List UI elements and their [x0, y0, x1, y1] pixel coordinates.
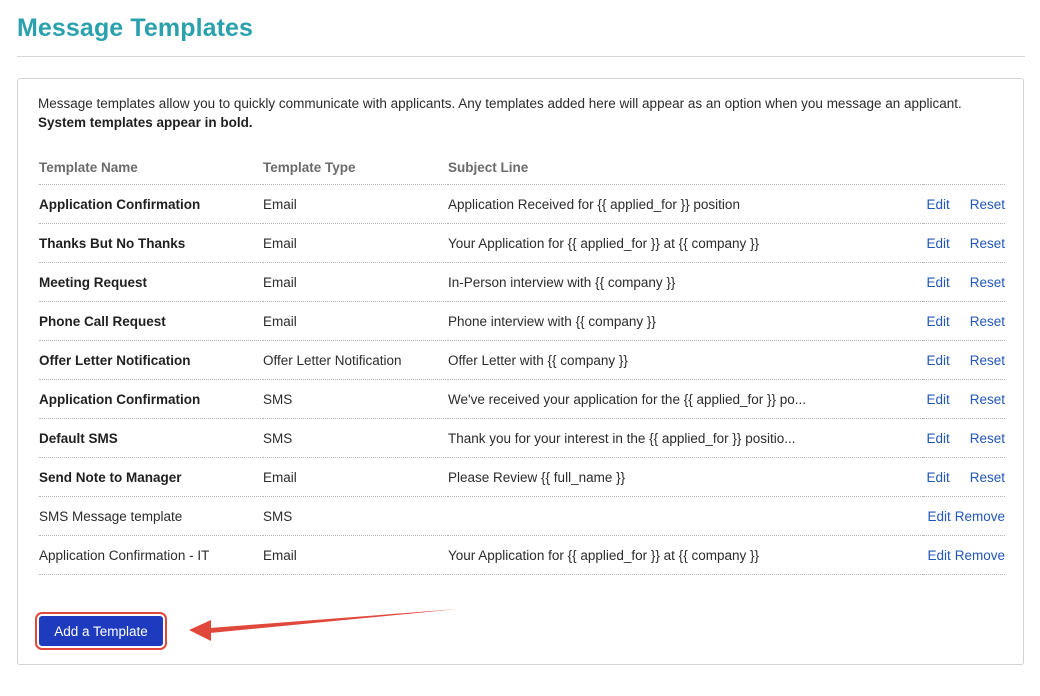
template-name-cell: Offer Letter Notification [39, 340, 263, 380]
template-name-cell: Phone Call Request [39, 301, 263, 341]
template-name-cell: Application Confirmation - IT [39, 535, 263, 575]
row-actions: Edit Remove [927, 548, 1005, 563]
template-name-cell: Default SMS [39, 418, 263, 458]
table-row: Thanks But No Thanks Email Your Applicatio… [39, 223, 1005, 263]
row-actions-cell: Edit Reset [923, 340, 1005, 380]
edit-link[interactable]: Edit [926, 197, 949, 212]
row-actions-cell: Edit Reset [923, 379, 1005, 419]
template-type-cell: Email [263, 184, 448, 224]
column-header-name: Template Name [39, 151, 263, 185]
title-divider [17, 56, 1025, 57]
column-header-actions [923, 151, 1005, 185]
table-row: SMS Message template SMS Edit Remove [39, 496, 1005, 536]
subject-line-cell: Please Review {{ full_name }} [448, 457, 923, 497]
template-type-cell: Email [263, 301, 448, 341]
template-name-cell: Send Note to Manager [39, 457, 263, 497]
edit-link[interactable]: Edit [926, 314, 949, 329]
subject-line-cell: Phone interview with {{ company }} [448, 301, 923, 341]
table-row: Application Confirmation - IT Email Your A… [39, 535, 1005, 575]
template-type-cell: SMS [263, 418, 448, 458]
table-row: Meeting Request Email In-Person interview … [39, 262, 1005, 302]
edit-link[interactable]: Edit [926, 392, 949, 407]
reset-link[interactable]: Reset [970, 353, 1005, 368]
subject-line-cell: In-Person interview with {{ company }} [448, 262, 923, 302]
reset-link[interactable]: Reset [970, 431, 1005, 446]
subject-line-cell: Your Application for {{ applied_for }} a… [448, 223, 923, 263]
row-actions: Edit Reset [926, 275, 1005, 290]
remove-link[interactable]: Remove [955, 509, 1005, 524]
edit-link[interactable]: Edit [926, 353, 949, 368]
subject-line-cell: Thank you for your interest in the {{ ap… [448, 418, 923, 458]
column-header-subject: Subject Line [448, 151, 923, 185]
table-header-row: Template Name Template Type Subject Line [39, 151, 1005, 185]
template-type-cell: Email [263, 262, 448, 302]
row-actions: Edit Reset [926, 431, 1005, 446]
template-type-cell: SMS [263, 496, 448, 536]
row-actions: Edit Remove [927, 509, 1005, 524]
row-actions-cell: Edit Remove [923, 496, 1005, 536]
reset-link[interactable]: Reset [970, 197, 1005, 212]
row-actions: Edit Reset [926, 197, 1005, 212]
reset-link[interactable]: Reset [970, 314, 1005, 329]
edit-link[interactable]: Edit [926, 236, 949, 251]
row-actions-cell: Edit Reset [923, 457, 1005, 497]
row-actions: Edit Reset [926, 392, 1005, 407]
template-type-cell: SMS [263, 379, 448, 419]
table-row: Phone Call Request Email Phone interview w… [39, 301, 1005, 341]
row-actions-cell: Edit Reset [923, 418, 1005, 458]
table-row: Default SMS SMS Thank you for your interes… [39, 418, 1005, 458]
template-type-cell: Email [263, 223, 448, 263]
page-title: Message Templates [17, 14, 254, 42]
row-actions-cell: Edit Remove [923, 535, 1005, 575]
row-actions: Edit Reset [926, 314, 1005, 329]
templates-table-body: Application Confirmation Email Application… [39, 184, 1005, 575]
template-name-cell: SMS Message template [39, 496, 263, 536]
subject-line-cell: We've received your application for the … [448, 379, 923, 419]
edit-link[interactable]: Edit [926, 275, 949, 290]
row-actions: Edit Reset [926, 353, 1005, 368]
template-name-cell: Application Confirmation [39, 184, 263, 224]
row-actions-cell: Edit Reset [923, 184, 1005, 224]
templates-panel: Message templates allow you to quickly c… [17, 78, 1024, 665]
edit-link[interactable]: Edit [927, 548, 950, 563]
intro-text: Message templates allow you to quickly c… [38, 94, 988, 132]
subject-line-cell: Your Application for {{ applied_for }} a… [448, 535, 923, 575]
template-name-cell: Meeting Request [39, 262, 263, 302]
table-row: Offer Letter Notification Offer Letter No… [39, 340, 1005, 380]
row-actions-cell: Edit Reset [923, 301, 1005, 341]
row-actions-cell: Edit Reset [923, 262, 1005, 302]
template-name-cell: Thanks But No Thanks [39, 223, 263, 263]
table-row: Application Confirmation SMS We've receive… [39, 379, 1005, 419]
row-actions-cell: Edit Reset [923, 223, 1005, 263]
table-row: Application Confirmation Email Application… [39, 184, 1005, 224]
column-header-type: Template Type [263, 151, 448, 185]
annotation-arrow-icon [189, 609, 458, 641]
subject-line-cell: Offer Letter with {{ company }} [448, 340, 923, 380]
intro-description: Message templates allow you to quickly c… [38, 96, 962, 111]
reset-link[interactable]: Reset [970, 470, 1005, 485]
template-name-cell: Application Confirmation [39, 379, 263, 419]
edit-link[interactable]: Edit [926, 431, 949, 446]
subject-line-cell [448, 496, 923, 536]
table-row: Send Note to Manager Email Please Review {… [39, 457, 1005, 497]
edit-link[interactable]: Edit [926, 470, 949, 485]
template-type-cell: Offer Letter Notification [263, 340, 448, 380]
templates-table: Template Name Template Type Subject Line… [39, 151, 1005, 575]
remove-link[interactable]: Remove [955, 548, 1005, 563]
template-type-cell: Email [263, 535, 448, 575]
template-type-cell: Email [263, 457, 448, 497]
reset-link[interactable]: Reset [970, 392, 1005, 407]
intro-bold-note: System templates appear in bold. [38, 115, 253, 130]
subject-line-cell: Application Received for {{ applied_for … [448, 184, 923, 224]
add-template-button[interactable]: Add a Template [39, 616, 163, 646]
reset-link[interactable]: Reset [970, 236, 1005, 251]
reset-link[interactable]: Reset [970, 275, 1005, 290]
row-actions: Edit Reset [926, 470, 1005, 485]
row-actions: Edit Reset [926, 236, 1005, 251]
edit-link[interactable]: Edit [927, 509, 950, 524]
